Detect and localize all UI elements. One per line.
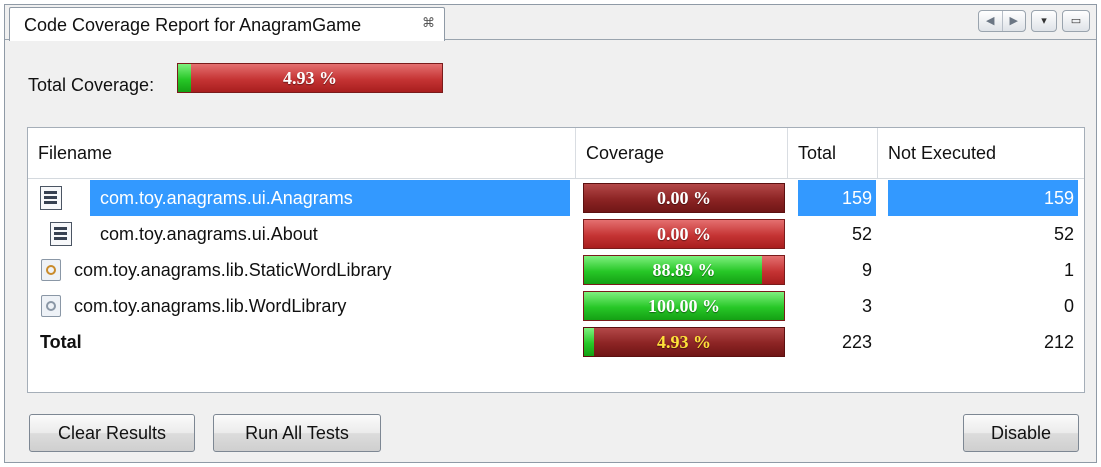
tab-strip: Code Coverage Report for AnagramGame ⌘ ◀… (5, 5, 1096, 41)
row-coverage-value: 88.89 % (652, 260, 716, 280)
total-row-coverage-bar: 4.93 % (583, 327, 785, 357)
column-header-filename[interactable]: Filename (28, 128, 576, 178)
total-row-coverage-value: 4.93 % (657, 332, 711, 352)
run-all-tests-button[interactable]: Run All Tests (213, 414, 381, 452)
column-header-not-executed[interactable]: Not Executed (878, 128, 1084, 178)
java-class-icon (41, 259, 61, 281)
row-not-executed: 159 (888, 180, 1078, 216)
tab-list-dropdown-icon[interactable]: ▾ (1031, 10, 1057, 32)
maximize-icon[interactable]: ▭ (1062, 10, 1090, 32)
table-total-row: Total 4.93 % 223 212 (28, 324, 1084, 360)
scroll-right-icon[interactable]: ▶ (1003, 11, 1026, 31)
table-row[interactable]: com.toy.anagrams.ui.Anagrams 0.00 % 159 … (28, 180, 1084, 216)
row-filename: com.toy.anagrams.lib.WordLibrary (74, 296, 347, 316)
total-row-total: 223 (841, 332, 872, 352)
row-coverage-value: 100.00 % (648, 296, 720, 316)
total-row-not-executed: 212 (1043, 332, 1074, 352)
row-not-executed: 52 (1053, 224, 1074, 244)
form-file-icon (40, 186, 62, 210)
row-coverage-value: 0.00 % (657, 188, 711, 208)
row-coverage-bar: 88.89 % (583, 255, 785, 285)
total-coverage-bar: 4.93 % (177, 63, 443, 93)
disable-button[interactable]: Disable (963, 414, 1079, 452)
table-row[interactable]: com.toy.anagrams.lib.WordLibrary 100.00 … (28, 288, 1084, 324)
table-header: Filename Coverage Total Not Executed (28, 128, 1084, 179)
row-total: 52 (851, 224, 872, 244)
tab-navigation: ◀ ▶ (978, 10, 1026, 32)
column-header-total[interactable]: Total (788, 128, 878, 178)
form-file-icon (50, 222, 72, 246)
tab-coverage-report[interactable]: Code Coverage Report for AnagramGame ⌘ (9, 7, 445, 41)
row-total: 3 (861, 296, 872, 316)
row-coverage-bar: 100.00 % (583, 291, 785, 321)
row-coverage-value: 0.00 % (657, 224, 711, 244)
row-filename: com.toy.anagrams.ui.Anagrams (90, 180, 570, 216)
total-coverage-value: 4.93 % (283, 68, 337, 88)
row-total: 159 (798, 180, 876, 216)
row-not-executed: 1 (1063, 260, 1074, 280)
table-row[interactable]: com.toy.anagrams.ui.About 0.00 % 52 52 (28, 216, 1084, 252)
tab-title: Code Coverage Report for AnagramGame (24, 15, 362, 35)
java-class-icon (41, 295, 61, 317)
total-coverage-label: Total Coverage: (28, 75, 155, 95)
close-icon[interactable]: ⌘ (422, 17, 435, 31)
row-coverage-bar: 0.00 % (583, 183, 785, 213)
scroll-left-icon[interactable]: ◀ (979, 11, 1003, 31)
row-not-executed: 0 (1063, 296, 1074, 316)
row-filename: com.toy.anagrams.lib.StaticWordLibrary (74, 260, 392, 280)
row-coverage-bar: 0.00 % (583, 219, 785, 249)
coverage-report-window: Code Coverage Report for AnagramGame ⌘ ◀… (4, 4, 1097, 463)
coverage-table: Filename Coverage Total Not Executed com… (27, 127, 1085, 393)
clear-results-button[interactable]: Clear Results (29, 414, 195, 452)
total-row-label: Total (40, 332, 82, 352)
row-filename: com.toy.anagrams.ui.About (100, 224, 318, 244)
column-header-coverage[interactable]: Coverage (576, 128, 788, 178)
row-total: 9 (861, 260, 872, 280)
table-row[interactable]: com.toy.anagrams.lib.StaticWordLibrary 8… (28, 252, 1084, 288)
